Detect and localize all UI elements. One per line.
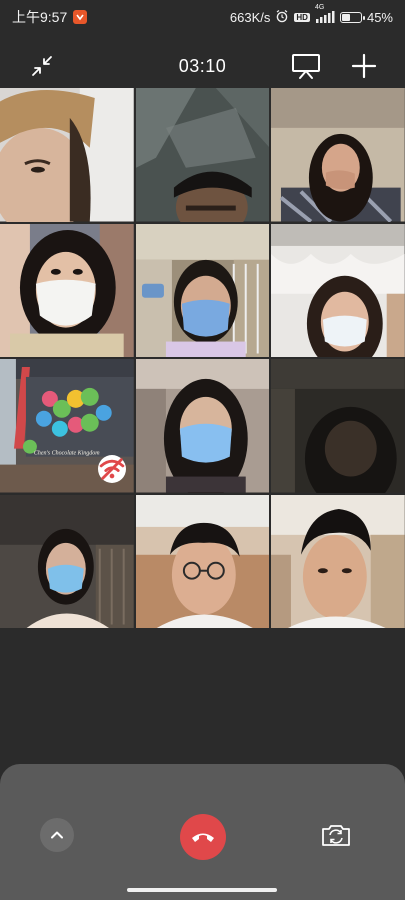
participant-video-12[interactable]: [271, 494, 405, 628]
minimize-button[interactable]: [20, 44, 64, 88]
hang-up-button[interactable]: [180, 814, 226, 860]
network-speed: 663K/s: [229, 9, 271, 25]
signboard-text: Chen's Chocolate Kingdom: [34, 451, 100, 457]
status-right: 663K/s HD 4G 45%: [229, 4, 393, 26]
battery-percent: 45%: [366, 9, 393, 25]
hd-badge: HD: [294, 12, 310, 22]
participant-video-3[interactable]: [271, 88, 405, 222]
status-bar: 上午9:57 663K/s HD 4G 45%: [0, 0, 405, 34]
weak-network-badge: [97, 454, 126, 483]
expand-controls-button[interactable]: [40, 818, 74, 852]
call-header: 03:10: [0, 42, 405, 90]
call-control-panel: [0, 764, 405, 900]
battery-fill: [341, 13, 350, 21]
app-notification-icon: [73, 10, 88, 24]
add-participant-button[interactable]: [342, 44, 386, 88]
switch-camera-button[interactable]: [320, 821, 352, 849]
participant-video-11[interactable]: [135, 494, 270, 628]
home-indicator[interactable]: [127, 888, 277, 892]
chevron-up-icon: [51, 831, 63, 839]
status-time: 上午9:57: [12, 9, 68, 25]
camera-switch-icon: [322, 825, 350, 846]
weak-signal-icon: [99, 457, 124, 480]
add-participant-icon: [351, 53, 377, 79]
alarm-icon: [275, 9, 289, 26]
screen-share-button[interactable]: [284, 44, 328, 88]
status-left: 上午9:57: [12, 7, 88, 27]
participant-video-6[interactable]: [271, 223, 405, 357]
battery-icon: [339, 11, 365, 23]
hang-up-icon: [192, 833, 214, 842]
participant-video-7[interactable]: Chen's Chocolate Kingdom: [0, 359, 134, 493]
participant-video-4[interactable]: [0, 223, 134, 357]
video-grid: Chen's Chocolate Kingdom: [0, 88, 405, 628]
network-type: 4G: [314, 4, 325, 11]
participant-video-10[interactable]: [0, 494, 134, 628]
signal-icon: 4G: [315, 4, 335, 23]
participant-video-2[interactable]: [135, 88, 270, 222]
participant-video-1[interactable]: [0, 88, 134, 222]
participant-video-9[interactable]: [271, 359, 405, 493]
participant-video-8[interactable]: [135, 359, 270, 493]
participant-video-5[interactable]: [135, 223, 270, 357]
minimize-icon: [32, 56, 52, 76]
screen-share-icon: [292, 54, 320, 79]
